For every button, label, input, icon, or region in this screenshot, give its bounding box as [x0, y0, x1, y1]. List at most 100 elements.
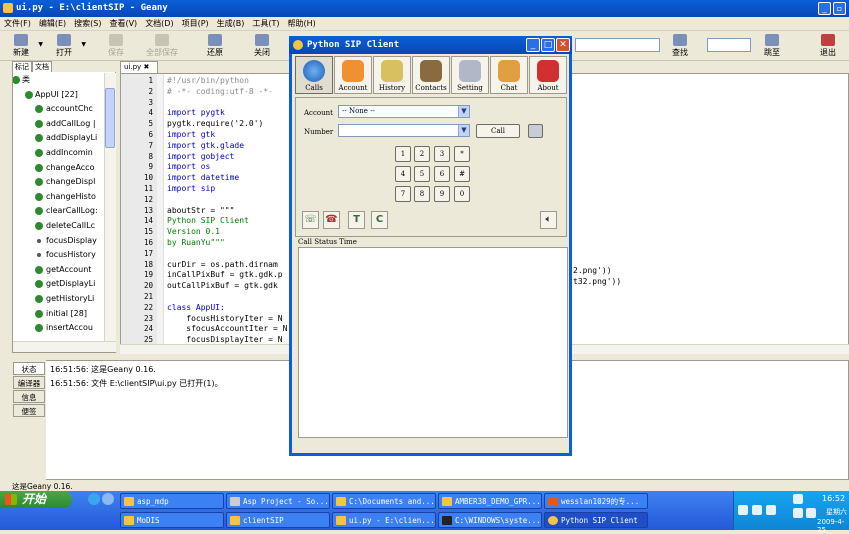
save-all-button[interactable]: 全部保存: [142, 34, 182, 57]
key-3[interactable]: 3: [434, 146, 450, 162]
menu-help[interactable]: 帮助(H): [284, 17, 320, 31]
key-4[interactable]: 4: [395, 166, 411, 182]
close-icon[interactable]: ✕: [556, 38, 570, 52]
nav-about[interactable]: About: [529, 56, 567, 94]
show-desktop-icon[interactable]: [102, 493, 114, 505]
symbol-item[interactable]: 类: [13, 73, 103, 88]
menu-document[interactable]: 文档(D): [141, 17, 177, 31]
restore-icon[interactable]: ▫: [833, 2, 846, 15]
menu-edit[interactable]: 编辑(E): [35, 17, 70, 31]
call-button[interactable]: Call: [476, 124, 520, 138]
key-7[interactable]: 7: [395, 186, 411, 202]
network-icon[interactable]: [793, 494, 803, 504]
nav-setting[interactable]: Setting: [451, 56, 489, 94]
key-5[interactable]: 5: [414, 166, 430, 182]
chevron-down-icon[interactable]: ▼: [458, 125, 469, 136]
quit-button[interactable]: 退出: [813, 34, 843, 57]
symbol-item[interactable]: getDisplayLi: [13, 277, 103, 292]
menu-build[interactable]: 生成(B): [213, 17, 249, 31]
symbol-item[interactable]: accountChc: [13, 102, 103, 117]
minimize-icon[interactable]: _: [526, 38, 540, 52]
task-clientsip[interactable]: clientSIP: [226, 512, 330, 528]
key-6[interactable]: 6: [434, 166, 450, 182]
symbol-item[interactable]: getAccount: [13, 263, 103, 278]
symbol-item[interactable]: insertAccou: [13, 321, 103, 336]
tray-icon[interactable]: [738, 505, 748, 515]
revert-button[interactable]: 还原: [200, 34, 230, 57]
nav-calls[interactable]: Calls: [295, 56, 333, 94]
sidebar-scroll-thumb[interactable]: [105, 88, 115, 148]
chevron-down-icon[interactable]: ▼: [458, 106, 469, 117]
fold-margin[interactable]: [157, 74, 164, 344]
task-asp-project[interactable]: Asp Project - So...: [226, 493, 330, 509]
symbol-item[interactable]: changeAcco: [13, 161, 103, 176]
open-button[interactable]: 打开 ▼: [49, 34, 86, 57]
close-button[interactable]: 关闭: [247, 34, 277, 57]
menu-tools[interactable]: 工具(T): [248, 17, 283, 31]
new-button[interactable]: 新建 ▼: [6, 34, 43, 57]
find-button[interactable]: 查找: [665, 34, 695, 57]
hangup-button[interactable]: ☎: [323, 211, 340, 229]
symbol-item[interactable]: addCallLog |: [13, 117, 103, 132]
minimize-icon[interactable]: _: [818, 2, 831, 15]
symbol-item[interactable]: focusDisplay: [13, 234, 103, 249]
language-icon[interactable]: [806, 508, 816, 518]
key-hash[interactable]: #: [454, 166, 470, 182]
tab-symbols[interactable]: 标记: [12, 61, 32, 72]
symbol-item[interactable]: getHistoryLi: [13, 292, 103, 307]
nav-account[interactable]: Account: [334, 56, 372, 94]
keypad-toggle-icon[interactable]: [528, 124, 543, 138]
task-modis[interactable]: MoDIS: [120, 512, 224, 528]
nav-contacts[interactable]: Contacts: [412, 56, 450, 94]
task-geany[interactable]: ui.py - E:\clien...: [332, 512, 436, 528]
goto-line-input[interactable]: [707, 38, 751, 52]
ie-icon[interactable]: [88, 493, 100, 505]
symbol-item[interactable]: clearCallLog:: [13, 204, 103, 219]
task-python-sip[interactable]: Python SIP Client: [544, 512, 648, 528]
menu-project[interactable]: 项目(P): [178, 17, 213, 31]
goto-button[interactable]: 跳至: [757, 34, 787, 57]
symbol-item[interactable]: deleteCallLc: [13, 219, 103, 234]
key-0[interactable]: 0: [454, 186, 470, 202]
tray-icon[interactable]: [752, 505, 762, 515]
tab-messages[interactable]: 信息: [13, 390, 45, 403]
menu-view[interactable]: 查看(V): [105, 17, 141, 31]
tab-ui-py[interactable]: ui.py ✖: [120, 61, 158, 73]
conference-button[interactable]: C: [371, 211, 388, 229]
symbol-item[interactable]: addIncomin: [13, 146, 103, 161]
clock-time[interactable]: 16:52: [822, 494, 845, 503]
symbol-item[interactable]: addDisplayLi: [13, 131, 103, 146]
symbol-item[interactable]: initial [28]: [13, 307, 103, 322]
maximize-icon[interactable]: □: [541, 38, 555, 52]
nav-history[interactable]: History: [373, 56, 411, 94]
task-documents[interactable]: C:\Documents and...: [332, 493, 436, 509]
account-select[interactable]: -- None -- ▼: [338, 105, 470, 118]
key-1[interactable]: 1: [395, 146, 411, 162]
symbol-item[interactable]: AppUI [22]: [13, 88, 103, 103]
key-9[interactable]: 9: [434, 186, 450, 202]
key-8[interactable]: 8: [414, 186, 430, 202]
search-input[interactable]: [575, 38, 660, 52]
tray-icon[interactable]: [766, 505, 776, 515]
tab-scribble[interactable]: 便签: [13, 404, 45, 417]
symbol-item[interactable]: changeDispl: [13, 175, 103, 190]
menu-file[interactable]: 文件(F): [0, 17, 35, 31]
task-cmd[interactable]: C:\WINDOWS\syste...: [438, 512, 542, 528]
key-2[interactable]: 2: [414, 146, 430, 162]
tab-documents[interactable]: 文档: [32, 61, 52, 72]
task-wesslan[interactable]: wesslan1029的专...: [544, 493, 648, 509]
task-amber[interactable]: AMBER38_DEMO_GPR...: [438, 493, 542, 509]
symbol-item[interactable]: changeHisto: [13, 190, 103, 205]
tab-status[interactable]: 状态: [13, 362, 45, 375]
chevron-down-icon[interactable]: ▼: [81, 40, 86, 49]
sidebar-hscrollbar[interactable]: [13, 341, 116, 352]
transfer-button[interactable]: T: [348, 211, 365, 229]
answer-button[interactable]: ☏: [302, 211, 319, 229]
tab-compiler[interactable]: 编译器: [13, 376, 45, 389]
chevron-down-icon[interactable]: ▼: [38, 40, 43, 49]
nav-chat[interactable]: Chat: [490, 56, 528, 94]
speaker-button[interactable]: 🔈︎: [540, 211, 557, 229]
key-star[interactable]: *: [454, 146, 470, 162]
task-asp-mdp[interactable]: asp_mdp: [120, 493, 224, 509]
close-icon[interactable]: ✖: [143, 63, 149, 71]
